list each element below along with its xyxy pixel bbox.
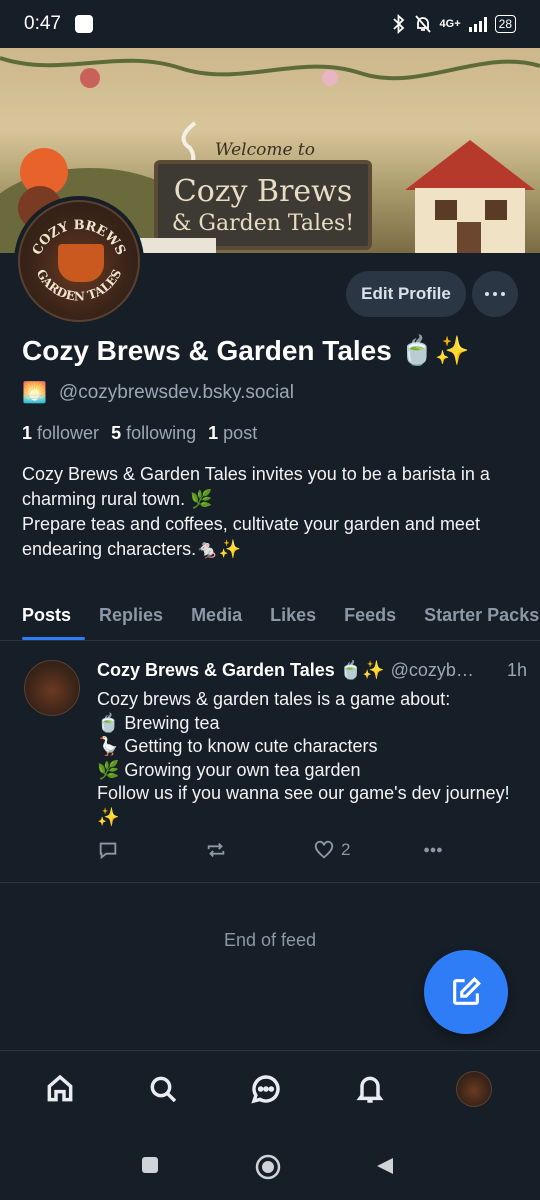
post-author-name[interactable]: Cozy Brews & Garden Tales 🍵✨ [97,660,385,681]
post-author-handle: @cozyb… [390,660,474,680]
bio-line: Prepare teas and coffees, cultivate your… [22,514,480,559]
back-button[interactable] [375,1156,395,1181]
repost-button[interactable] [205,839,227,861]
dot [493,292,497,296]
feed-post[interactable]: Cozy Brews & Garden Tales 🍵✨ @cozyb… 1h … [0,642,540,883]
mute-bell-icon [414,15,431,33]
system-navigation [0,1128,540,1200]
status-time: 0:47 [24,13,61,34]
tab-starter-packs[interactable]: Starter Packs [410,590,540,640]
like-button[interactable]: 2 [313,839,350,861]
battery-level: 28 [498,17,512,31]
chat-icon [251,1075,280,1104]
dot [501,292,505,296]
post-author-avatar[interactable] [24,660,80,716]
reply-button[interactable] [97,839,119,861]
avatar-cup-icon [58,244,104,282]
network-type: 4G+ [439,18,461,30]
nav-home[interactable] [40,1069,80,1109]
notification-icon [74,15,93,33]
profile-avatar-small [456,1071,492,1107]
followers-label: follower [37,423,100,443]
tab-likes[interactable]: Likes [256,590,330,640]
nav-profile[interactable] [454,1069,494,1109]
tab-replies[interactable]: Replies [85,590,177,640]
post-text: Cozy brews & garden tales is a game abou… [97,689,510,827]
square-icon [142,1157,158,1173]
bluetooth-icon [392,14,404,34]
status-icons: 4G+ 28 [392,14,516,34]
battery-icon: 28 [494,15,516,33]
tab-posts[interactable]: Posts [0,590,86,640]
following-count: 5 [111,423,122,443]
post-more-button[interactable] [421,839,445,861]
signal-icon [468,16,487,32]
post-header: Cozy Brews & Garden Tales 🍵✨ @cozyb… 1h [97,660,527,681]
banner-title-line2: & Garden Tales! [171,211,355,236]
edit-profile-button[interactable]: Edit Profile [346,271,466,317]
posts-count: 1 [208,423,219,443]
recents-button[interactable] [141,1156,159,1179]
profile-handle[interactable]: @cozybrewsdev.bsky.social [59,382,294,404]
profile-avatar[interactable]: COZY BREWS GARDEN TALES [14,196,144,326]
banner-cup [132,238,216,253]
more-dots-icon [424,847,442,853]
more-options-button[interactable] [472,271,518,317]
tab-feeds[interactable]: Feeds [330,590,410,640]
post-time: 1h [506,660,527,680]
profile-tabs: Posts Replies Media Likes Feeds Starter … [0,590,540,641]
nav-search[interactable] [143,1069,183,1109]
handle-emoji: 🌅 [22,382,47,404]
bio-line: Cozy Brews & Garden Tales invites you to… [22,464,490,509]
status-bar: 0:47 4G+ 28 [0,0,540,48]
home-system-button[interactable] [255,1154,281,1185]
heart-icon [314,840,334,859]
banner-house [395,140,540,253]
profile-avatar-image: COZY BREWS GARDEN TALES [18,200,140,322]
compose-button[interactable] [424,950,508,1034]
posts-label: post [223,423,258,443]
profile-stats: 1 follower 5 following 1 post [22,423,257,444]
back-triangle-icon [377,1158,393,1174]
repost-icon [207,842,225,858]
end-of-feed-label: End of feed [223,930,317,950]
banner-welcome: Welcome to [215,140,315,160]
posts-stat: 1 post [208,423,257,444]
banner-sign: Cozy Brews & Garden Tales! [154,160,372,250]
search-icon [150,1076,177,1103]
followers-count: 1 [22,423,33,443]
followers-stat[interactable]: 1 follower [22,423,99,444]
bottom-navigation [0,1050,540,1128]
tab-media[interactable]: Media [177,590,256,640]
bell-icon [356,1076,384,1103]
profile-bio: Cozy Brews & Garden Tales invites you to… [22,462,522,562]
post-actions: 2 [97,839,517,865]
handle-row: 🌅 @cozybrewsdev.bsky.social [22,380,294,405]
banner-title-line1: Cozy Brews [173,174,353,209]
reply-icon [99,842,117,860]
nav-chat[interactable] [246,1069,286,1109]
circle-icon [255,1154,281,1180]
nav-notifications[interactable] [350,1069,390,1109]
following-stat[interactable]: 5 following [111,423,196,444]
compose-icon [453,977,481,1005]
display-name: Cozy Brews & Garden Tales 🍵✨ [22,335,470,366]
dot [485,292,489,296]
following-label: following [126,423,197,443]
like-count: 2 [341,840,351,859]
home-icon [47,1074,73,1102]
